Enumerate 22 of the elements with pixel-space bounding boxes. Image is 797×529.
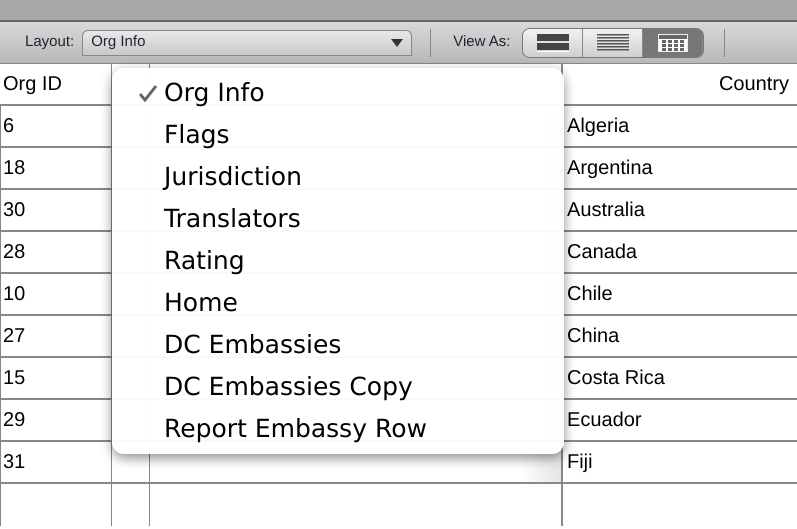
view-mode-control[interactable] [522, 28, 704, 58]
column-header[interactable]: Org ID [0, 64, 112, 106]
table-cell: Fiji [563, 442, 797, 484]
layout-dropdown[interactable]: Org Info [82, 30, 412, 56]
view-mode-button[interactable] [643, 28, 704, 56]
menu-item[interactable]: DC Embassies Copy [164, 368, 413, 406]
layout-label: Layout: [25, 32, 74, 52]
menu-item[interactable]: Org Info [164, 74, 265, 112]
view-as-label: View As: [453, 32, 510, 52]
menu-item[interactable]: Report Embassy Row [164, 410, 427, 448]
form-view-icon [536, 34, 569, 52]
menu-item[interactable]: Jurisdiction [164, 158, 302, 196]
table-view-icon [658, 34, 688, 52]
list-view-icon [596, 34, 629, 52]
menu-item[interactable]: DC Embassies [164, 326, 342, 364]
menu-item[interactable]: Translators [164, 200, 301, 238]
menu-item[interactable]: Flags [164, 116, 230, 154]
menu-item[interactable]: Rating [164, 242, 245, 280]
view-mode-button[interactable] [583, 28, 644, 56]
caret-icon [391, 38, 404, 46]
menu-item[interactable]: Home [164, 284, 238, 322]
view-mode-button[interactable] [523, 28, 584, 56]
